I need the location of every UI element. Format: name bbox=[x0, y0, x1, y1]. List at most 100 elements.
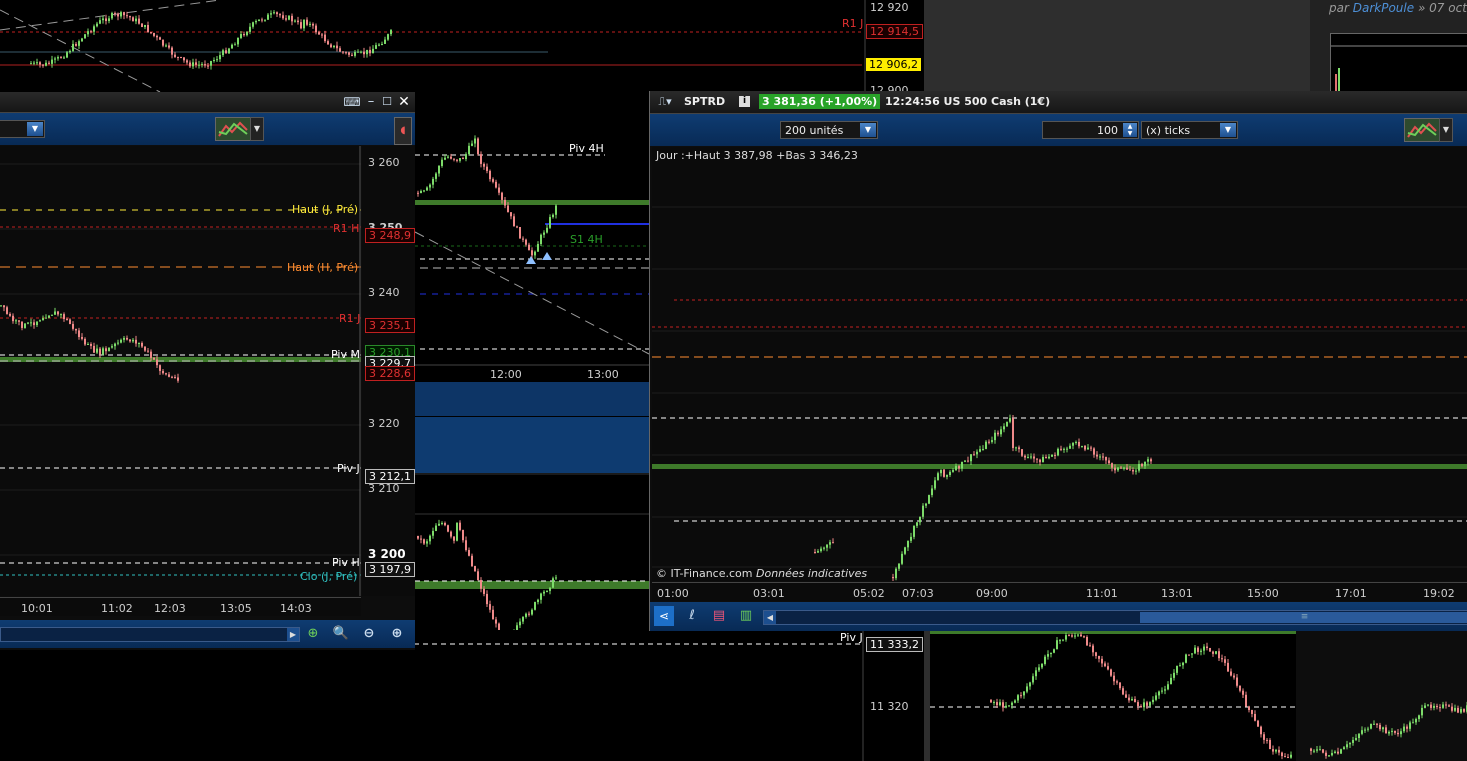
stepper-icon[interactable]: ▲ ▼ bbox=[1123, 123, 1137, 137]
candle-body bbox=[820, 548, 822, 552]
candle-body bbox=[84, 34, 86, 39]
candle-body bbox=[504, 199, 506, 206]
candle-body bbox=[510, 212, 512, 217]
candle-body bbox=[303, 19, 305, 29]
left-price-axis[interactable]: 3 260 3 250 3 240 3 220 3 210 3 200 3 24… bbox=[362, 146, 415, 596]
symbol-label: SPTRD bbox=[684, 95, 726, 108]
middle-chart[interactable]: Piv 4H S1 4H 12:00 13:00 bbox=[415, 92, 649, 630]
maximize-icon[interactable]: ☐ bbox=[380, 92, 394, 112]
price-axis-label: 3 220 bbox=[368, 417, 400, 430]
candle-body bbox=[1114, 467, 1116, 471]
candle-body bbox=[1008, 705, 1010, 707]
zoom-in-icon[interactable]: ⊕ bbox=[387, 624, 407, 644]
candle-body bbox=[1337, 751, 1339, 754]
close-icon[interactable]: ✕ bbox=[396, 92, 412, 112]
candle-body bbox=[937, 473, 939, 481]
candle-body bbox=[375, 45, 377, 49]
drawing-tool-icon[interactable]: ℓ bbox=[682, 606, 702, 626]
scroll-left-icon[interactable]: ◀ bbox=[764, 611, 776, 624]
candle-body bbox=[1077, 634, 1079, 636]
candle-body bbox=[988, 441, 990, 443]
candle-body bbox=[967, 460, 969, 462]
candle-body bbox=[81, 337, 83, 339]
price-axis-label: 3 240 bbox=[368, 286, 400, 299]
chart-tools-icon[interactable] bbox=[1404, 118, 1440, 142]
candle-body bbox=[351, 54, 353, 56]
candle-body bbox=[492, 609, 494, 620]
left-chart-area[interactable]: Haut (J, Pré) R1 H Haut (H, Pré) R1 J Pi… bbox=[0, 146, 361, 596]
candle-body bbox=[1144, 461, 1146, 467]
side-panel-toggle-icon[interactable]: ◖ bbox=[394, 117, 412, 145]
chevron-down-icon[interactable]: ▼ bbox=[1220, 123, 1236, 137]
candle-body bbox=[1352, 739, 1354, 743]
candle-body bbox=[444, 522, 446, 526]
units-select[interactable]: 200 unités ▼ bbox=[780, 121, 878, 139]
candle-body bbox=[1122, 688, 1124, 695]
keyboard-icon[interactable]: ⌨ bbox=[342, 92, 362, 112]
candle-body bbox=[994, 432, 996, 441]
candle-body bbox=[6, 307, 8, 314]
candle-body bbox=[321, 34, 323, 36]
scrollbar[interactable]: ▶ bbox=[0, 627, 300, 642]
candle-body bbox=[1009, 418, 1011, 422]
chevron-down-icon[interactable]: ▼ bbox=[27, 122, 43, 136]
left-window-titlebar[interactable]: ⌨ – ☐ ✕ bbox=[0, 92, 415, 113]
candle-body bbox=[423, 539, 425, 544]
chart-tools-dropdown-icon[interactable]: ▼ bbox=[1439, 118, 1453, 142]
sptrd-chart-window[interactable]: ⎍▾ SPTRD i 3 381,36 (+1,00%) 12:24:56 US… bbox=[649, 91, 1467, 631]
ticks-select[interactable]: (x) ticks ▼ bbox=[1141, 121, 1238, 139]
forum-author-link[interactable]: DarkPoule bbox=[1353, 1, 1414, 15]
candle-body bbox=[540, 593, 542, 600]
sptrd-titlebar[interactable]: ⎍▾ SPTRD i 3 381,36 (+1,00%) 12:24:56 US… bbox=[650, 91, 1467, 114]
candle-body bbox=[1012, 418, 1014, 448]
candle-body bbox=[51, 59, 53, 64]
sptrd-time-axis[interactable]: 01:00 03:01 05:02 07:03 09:00 11:01 13:0… bbox=[652, 582, 1467, 601]
chart-type-icon[interactable]: ▥ bbox=[736, 606, 756, 626]
left-chart-window[interactable]: ⌨ – ☐ ✕ ▼ ▼ ◖ Haut (J, Pré) R1 H Haut (H… bbox=[0, 92, 415, 650]
candle-body bbox=[228, 48, 230, 54]
scroll-thumb[interactable]: ≡ bbox=[1140, 612, 1467, 623]
candle-body bbox=[420, 190, 422, 194]
copyright-note: Données indicatives bbox=[756, 567, 868, 580]
time-axis-label: 01:00 bbox=[657, 587, 689, 600]
left-select[interactable]: ▼ bbox=[0, 120, 45, 138]
candle-body bbox=[922, 505, 924, 517]
sptrd-chart-area[interactable]: Jour :+Haut 3 387,98 +Bas 3 346,23 © IT-… bbox=[652, 147, 1467, 581]
candle-body bbox=[264, 19, 266, 21]
ticks-value-input[interactable]: 100 ▲ ▼ bbox=[1042, 121, 1139, 139]
candle-body bbox=[501, 192, 503, 200]
candle-body bbox=[336, 45, 338, 49]
candle-body bbox=[441, 522, 443, 524]
candle-body bbox=[1108, 460, 1110, 464]
share-icon[interactable]: ⋖ bbox=[654, 606, 674, 626]
candle-body bbox=[465, 154, 467, 160]
candle-body bbox=[387, 34, 389, 40]
left-time-axis[interactable]: 10:01 11:02 12:03 13:05 14:03 bbox=[0, 597, 361, 616]
minimize-icon[interactable]: – bbox=[364, 92, 378, 112]
chart-tools-dropdown-icon[interactable]: ▼ bbox=[250, 117, 264, 141]
chevron-down-icon[interactable]: ▼ bbox=[860, 123, 876, 137]
candle-body bbox=[534, 602, 536, 610]
zoom-out-icon[interactable]: ⊖ bbox=[359, 624, 379, 644]
crosshair-icon[interactable]: ⊕ bbox=[303, 624, 323, 644]
candle-body bbox=[174, 377, 176, 379]
zoom-fit-icon[interactable]: 🔍 bbox=[331, 624, 351, 644]
candle-body bbox=[1266, 739, 1268, 741]
candle-body bbox=[168, 374, 170, 377]
scrollbar[interactable]: ◀ ≡ bbox=[763, 610, 1467, 625]
chart-tools-icon[interactable] bbox=[215, 117, 251, 141]
info-icon[interactable]: i bbox=[739, 96, 750, 107]
candle-body bbox=[817, 551, 819, 553]
candle-body bbox=[1185, 654, 1187, 663]
chart-type-menu-icon[interactable]: ⎍▾ bbox=[652, 92, 678, 112]
indicators-icon[interactable]: ▤ bbox=[709, 606, 729, 626]
time-axis-label: 10:01 bbox=[21, 602, 53, 615]
candle-body bbox=[483, 163, 485, 167]
candle-body bbox=[183, 57, 185, 61]
bg-chart-top[interactable]: 12 920 12 900 R1 J 12 914,5 12 906,2 bbox=[0, 0, 924, 97]
candle-body bbox=[57, 311, 59, 315]
scroll-right-icon[interactable]: ▶ bbox=[287, 628, 299, 641]
candle-body bbox=[150, 351, 152, 358]
candle-body bbox=[1176, 665, 1178, 673]
candle-body bbox=[102, 18, 104, 21]
